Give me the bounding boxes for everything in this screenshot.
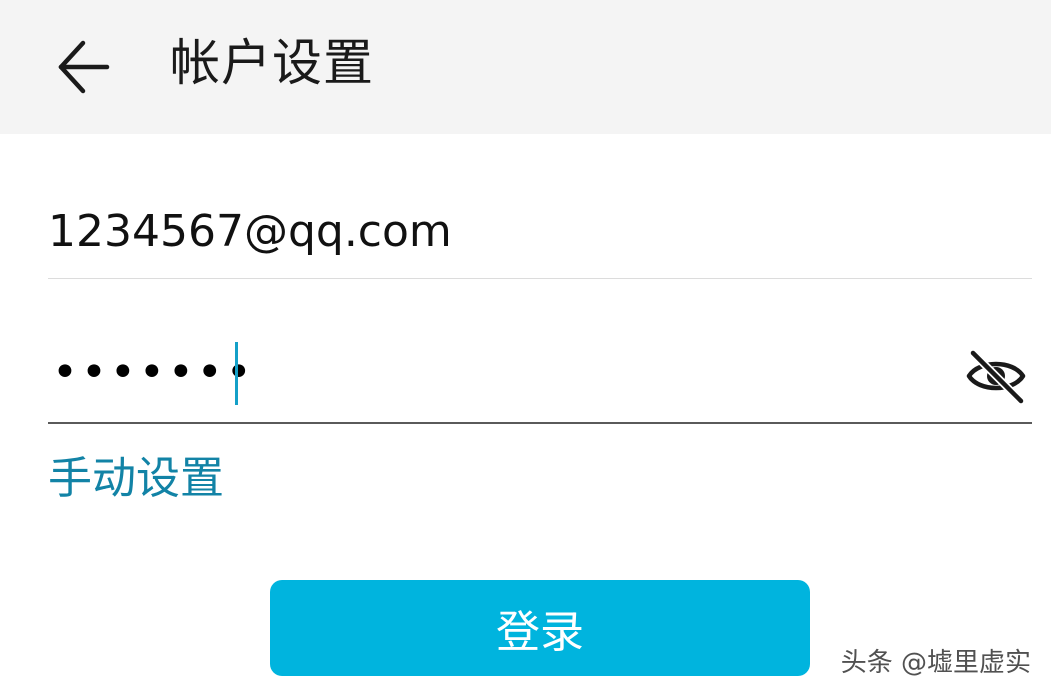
back-button[interactable] (40, 24, 126, 110)
password-field[interactable]: ••••••• (48, 330, 1032, 424)
account-settings-screen: 帐户设置 1234567@qq.com ••••••• 手动设置 登录 头条 @… (0, 0, 1051, 697)
watermark: 头条 @墟里虚实 (840, 648, 1031, 678)
login-button[interactable]: 登录 (270, 580, 810, 676)
password-value: ••••••• (52, 347, 255, 398)
email-value: 1234567@qq.com (48, 206, 452, 257)
password-visibility-toggle[interactable] (960, 340, 1032, 412)
app-bar: 帐户设置 (0, 0, 1051, 134)
email-field[interactable]: 1234567@qq.com (48, 190, 1032, 279)
arrow-left-icon (58, 40, 110, 94)
page-title: 帐户设置 (170, 34, 374, 92)
manual-setup-link[interactable]: 手动设置 (48, 448, 224, 510)
text-caret (235, 342, 238, 405)
eye-off-icon (966, 349, 1026, 405)
